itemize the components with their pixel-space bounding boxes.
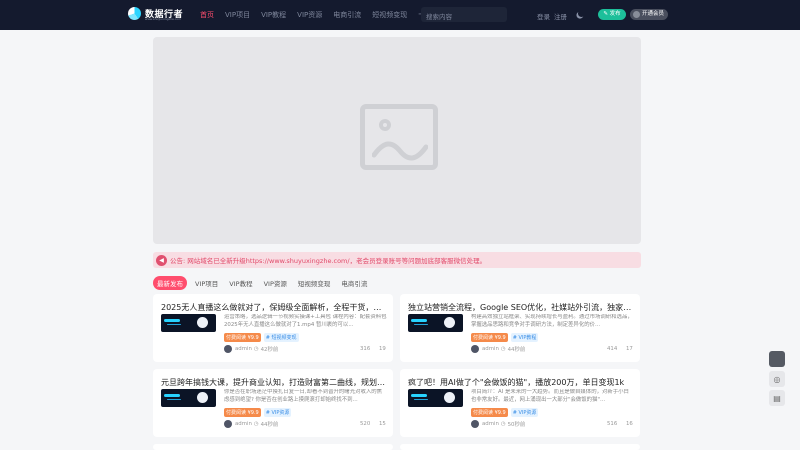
open-vip-button[interactable]: 开通会员 <box>630 9 668 20</box>
post-title[interactable]: 疯了吧！用AI做了个"会做饭的猫"，播放200万，单日变现1k <box>408 377 634 388</box>
nav-vip-tutorials[interactable]: VIP教程 <box>261 10 286 20</box>
post-tags: 付费阅读 ¥9.9 # 短视频变现 <box>224 333 299 342</box>
post-title[interactable]: 元旦跨年搞钱大课，提升商业认知，打造财富第二曲线，规划自己的搞钱路线 <box>161 377 387 388</box>
view-count: 414 <box>607 346 618 352</box>
placeholder-wave-shape <box>372 141 428 161</box>
post-excerpt: 你是否在职场迷茫中摸扎日复一日,却看不到晋升的曙光对收入的焦虑感到绝望? 你是否… <box>224 389 383 403</box>
dark-mode-moon-icon[interactable] <box>577 9 586 18</box>
post-time: 44秒前 <box>507 347 526 353</box>
search-input[interactable]: 搜索内容 <box>421 7 507 22</box>
avatar[interactable] <box>471 420 479 428</box>
tab-short-video[interactable]: 短视频变现 <box>298 278 331 288</box>
top-header: 数据行者 www.shuyuxingzhe.com 首页 VIP项目 VIP教程… <box>0 0 800 30</box>
like-count: 19 <box>379 346 386 352</box>
post-thumbnail[interactable] <box>408 389 463 407</box>
view-count: 520 <box>360 421 371 427</box>
header-login-link[interactable]: 登录 <box>537 11 550 21</box>
post-meta: admin ◷ 42秒前 <box>224 345 278 353</box>
nav-ecommerce[interactable]: 电商引流 <box>333 10 361 20</box>
category-tag[interactable]: # VIP教程 <box>510 333 539 342</box>
post-button[interactable]: ✎ 发布 <box>598 9 626 20</box>
post-tags: 付费阅读 ¥9.9 # VIP教程 <box>471 333 539 342</box>
avatar[interactable] <box>471 345 479 353</box>
paid-read-badge: 付费阅读 ¥9.9 <box>224 333 261 342</box>
author-name[interactable]: admin <box>235 346 252 352</box>
like-count: 17 <box>626 346 633 352</box>
tab-ecommerce[interactable]: 电商引流 <box>341 278 367 288</box>
view-count: 516 <box>607 421 618 427</box>
post-card[interactable]: 2025无人直播这么做就对了，保姆级全面解析，全程干货，新手小白也能快速上手 运… <box>153 294 393 362</box>
nav-home[interactable]: 首页 <box>200 10 214 20</box>
post-excerpt: 构建高效独立站框架、实现持续增长与盈利。通过市场调研和选品，掌握选品思路和竞争对… <box>471 314 633 328</box>
post-card[interactable]: 独立站营销全流程，Google SEO优化，社媒站外引流，独家营销策略 构建高效… <box>400 294 640 362</box>
author-name[interactable]: admin <box>235 421 252 427</box>
post-meta: admin ◷ 44秒前 <box>224 420 278 428</box>
tab-vip-tutorials[interactable]: VIP教程 <box>229 278 252 288</box>
announcement-label: 公告: <box>170 257 186 265</box>
post-excerpt: 项目简介：AI 是未来的一大趋势。而且是做自媒体的，对新手小白也非常友好。最近，… <box>471 389 629 403</box>
author-name[interactable]: admin <box>482 346 499 352</box>
category-tag[interactable]: # VIP资源 <box>510 408 539 417</box>
post-excerpt: 运营策略，选品逻辑一节视频实操课+工具包 课程内容：配套资料包 2025年无人直… <box>224 314 387 328</box>
post-thumbnail[interactable] <box>161 314 216 332</box>
clock-icon: ◷ <box>253 346 259 352</box>
paid-read-badge: 付费阅读 ¥9.9 <box>471 333 508 342</box>
category-tag[interactable]: # VIP资源 <box>263 408 292 417</box>
megaphone-icon: ◀ <box>156 254 167 266</box>
tab-vip-resources[interactable]: VIP资源 <box>264 278 287 288</box>
nav-short-video[interactable]: 短视频变现 <box>372 10 407 20</box>
post-thumbnail[interactable] <box>408 314 463 332</box>
post-title[interactable]: 独立站营销全流程，Google SEO优化，社媒站外引流，独家营销策略 <box>408 302 634 313</box>
tab-vip-projects[interactable]: VIP项目 <box>195 278 218 288</box>
post-thumbnail[interactable] <box>161 389 216 407</box>
wechat-icon[interactable]: ◎ <box>769 371 785 387</box>
post-card[interactable] <box>400 444 640 450</box>
announcement-text[interactable]: 网站域名已全新升级https://www.shuyuxingzhe.com/，老… <box>187 255 486 265</box>
post-title[interactable]: 2025无人直播这么做就对了，保姆级全面解析，全程干货，新手小白也能快速上手 <box>161 302 387 313</box>
clock-icon: ◷ <box>500 346 506 352</box>
site-logo[interactable]: 数据行者 www.shuyuxingzhe.com <box>128 7 183 21</box>
like-count: 16 <box>626 421 633 427</box>
post-card[interactable]: 元旦跨年搞钱大课，提升商业认知，打造财富第二曲线，规划自己的搞钱路线 你是否在职… <box>153 369 393 437</box>
main-nav: 首页 VIP项目 VIP教程 VIP资源 电商引流 短视频变现 ⇥ 登录 <box>200 10 453 20</box>
clock-icon: ◷ <box>500 421 506 427</box>
post-time: 44秒前 <box>260 422 279 428</box>
post-meta: admin ◷ 44秒前 <box>471 345 525 353</box>
post-meta: admin ◷ 50秒前 <box>471 420 525 428</box>
document-icon[interactable]: ▤ <box>769 390 785 406</box>
paid-read-badge: 付费阅读 ¥9.9 <box>471 408 508 417</box>
nav-vip-resources[interactable]: VIP资源 <box>297 10 322 20</box>
floating-service-button[interactable] <box>769 351 785 367</box>
avatar[interactable] <box>224 345 232 353</box>
header-register-link[interactable]: 注册 <box>554 11 567 21</box>
like-count: 15 <box>379 421 386 427</box>
logo-subtext: www.shuyuxingzhe.com <box>145 17 182 21</box>
post-tags: 付费阅读 ¥9.9 # VIP资源 <box>224 408 292 417</box>
tab-latest[interactable]: 最新发布 <box>153 276 187 290</box>
category-tag[interactable]: # 短视频变现 <box>263 333 299 342</box>
clock-icon: ◷ <box>253 421 259 427</box>
paid-read-badge: 付费阅读 ¥9.9 <box>224 408 261 417</box>
post-time: 50秒前 <box>507 422 526 428</box>
post-card[interactable] <box>153 444 393 450</box>
announcement-bar: ◀ 公告: 网站域名已全新升级https://www.shuyuxingzhe.… <box>153 252 641 268</box>
view-count: 316 <box>360 346 371 352</box>
placeholder-sun-shape <box>379 119 391 131</box>
post-time: 42秒前 <box>260 347 279 353</box>
category-tabs: 最新发布 VIP项目 VIP教程 VIP资源 短视频变现 电商引流 <box>153 276 378 290</box>
logo-icon <box>128 7 141 20</box>
post-tags: 付费阅读 ¥9.9 # VIP资源 <box>471 408 539 417</box>
nav-vip-projects[interactable]: VIP项目 <box>225 10 250 20</box>
post-card[interactable]: 疯了吧！用AI做了个"会做饭的猫"，播放200万，单日变现1k 项目简介：AI … <box>400 369 640 437</box>
author-name[interactable]: admin <box>482 421 499 427</box>
avatar[interactable] <box>224 420 232 428</box>
